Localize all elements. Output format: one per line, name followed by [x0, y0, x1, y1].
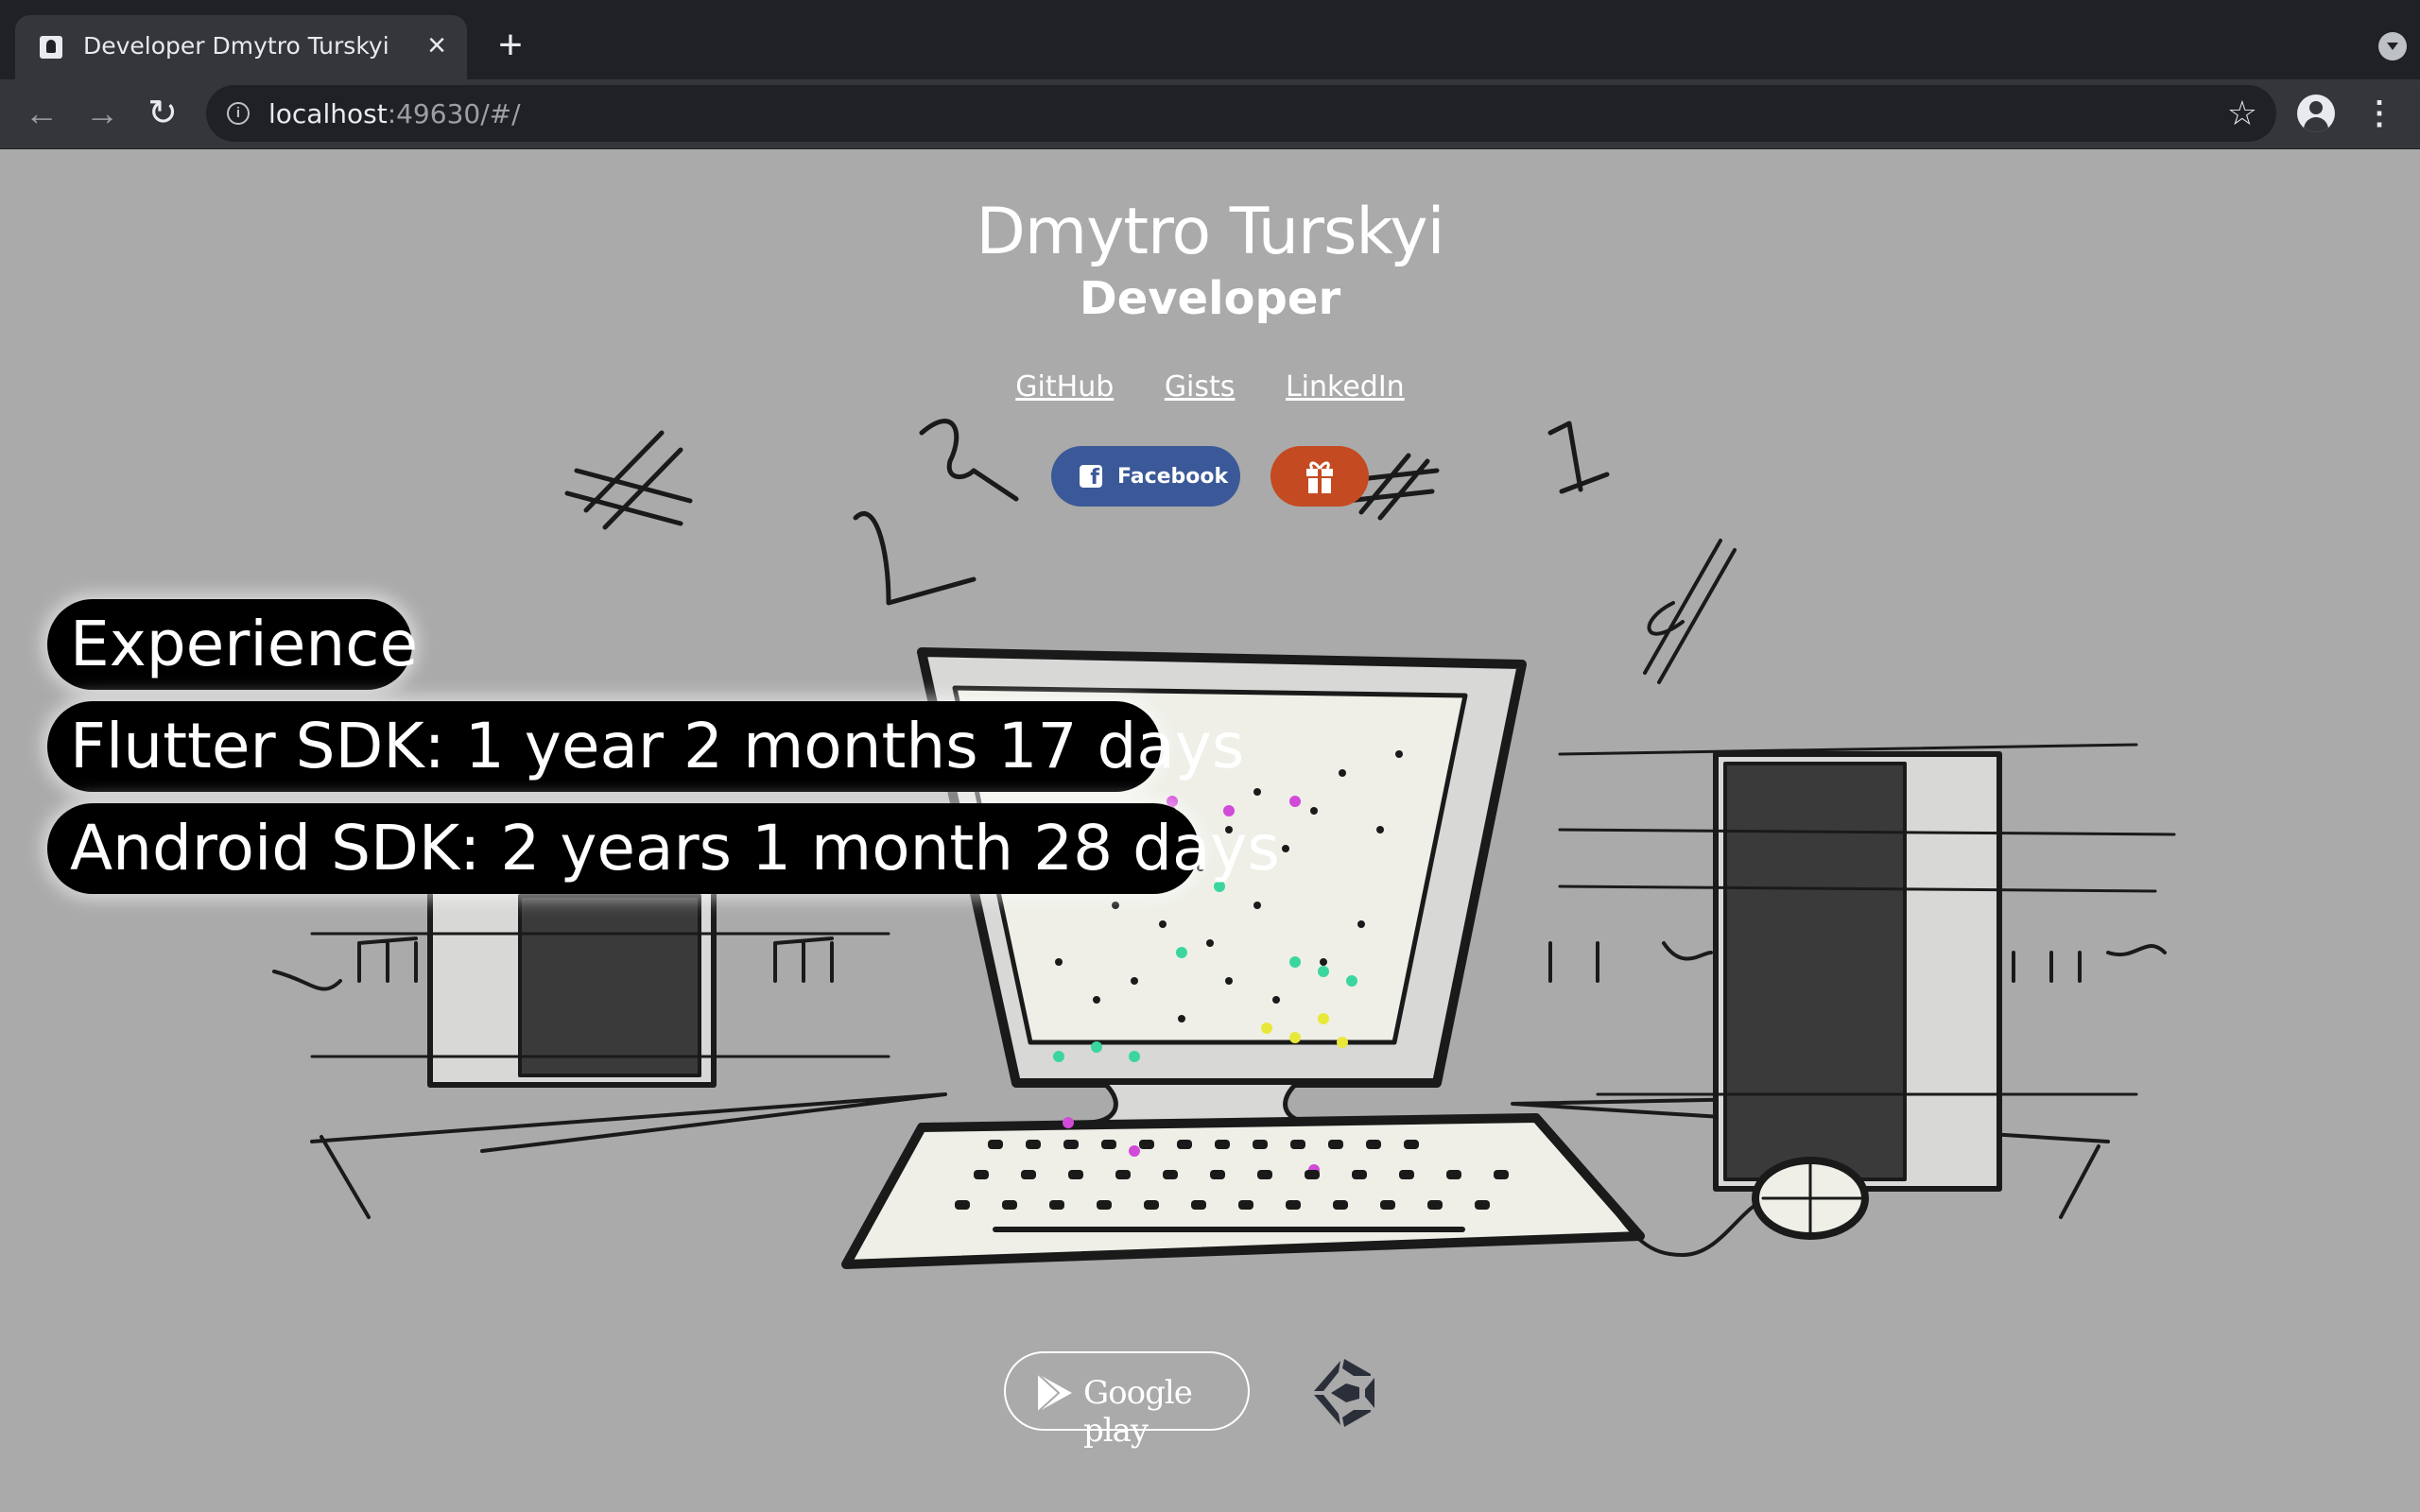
gift-icon: [1306, 461, 1333, 493]
url-host: localhost: [268, 98, 388, 129]
address-bar[interactable]: i localhost:49630/#/ ☆: [206, 85, 2276, 142]
new-tab-icon[interactable]: +: [492, 25, 529, 66]
gift-button[interactable]: [1270, 446, 1369, 507]
unity-icon[interactable]: [1305, 1355, 1380, 1431]
facebook-button[interactable]: f Facebook: [1051, 446, 1240, 507]
url-path: :49630/#/: [387, 98, 521, 129]
page-title: Dmytro Turskyi: [976, 195, 1445, 269]
tab-search-icon[interactable]: [2378, 32, 2407, 60]
portrait-icon: [40, 36, 62, 59]
google-play-label: Google play: [1083, 1374, 1193, 1450]
github-link[interactable]: GitHub: [1015, 370, 1114, 404]
back-arrow-icon[interactable]: ←: [21, 93, 62, 134]
profile-icon[interactable]: [2297, 94, 2335, 132]
android-experience: Android SDK: 2 years 1 month 28 days: [47, 803, 1280, 894]
experience-heading: Experience: [47, 599, 418, 690]
gists-link[interactable]: Gists: [1165, 370, 1236, 404]
bookmark-star-icon[interactable]: ☆: [2227, 94, 2257, 132]
profile-links: GitHub Gists LinkedIn: [0, 370, 2420, 404]
google-play-icon: [1037, 1373, 1072, 1413]
reload-icon[interactable]: ↻: [142, 93, 183, 134]
browser-toolbar: ← → ↻ i localhost:49630/#/ ☆ ⋮: [0, 79, 2420, 149]
linkedin-link[interactable]: LinkedIn: [1286, 370, 1405, 404]
page-content: Dmytro Turskyi Developer GitHub Gists Li…: [0, 149, 2420, 1512]
facebook-icon: f: [1080, 465, 1102, 490]
info-icon[interactable]: i: [227, 102, 250, 125]
forward-arrow-icon[interactable]: →: [81, 93, 123, 134]
url-text[interactable]: localhost:49630/#/: [268, 98, 521, 129]
google-play-button[interactable]: Google play: [1004, 1351, 1250, 1450]
close-icon[interactable]: ×: [420, 28, 454, 62]
browser-tabstrip: Developer Dmytro Turskyi × +: [0, 0, 2420, 79]
flutter-experience: Flutter SDK: 1 year 2 months 17 days: [47, 701, 1244, 792]
facebook-button-label: Facebook: [1117, 465, 1229, 489]
tab-title: Developer Dmytro Turskyi: [83, 32, 389, 60]
browser-tab[interactable]: Developer Dmytro Turskyi ×: [15, 15, 467, 79]
page-subtitle: Developer: [1079, 272, 1341, 325]
more-menu-icon[interactable]: ⋮: [2363, 93, 2395, 134]
